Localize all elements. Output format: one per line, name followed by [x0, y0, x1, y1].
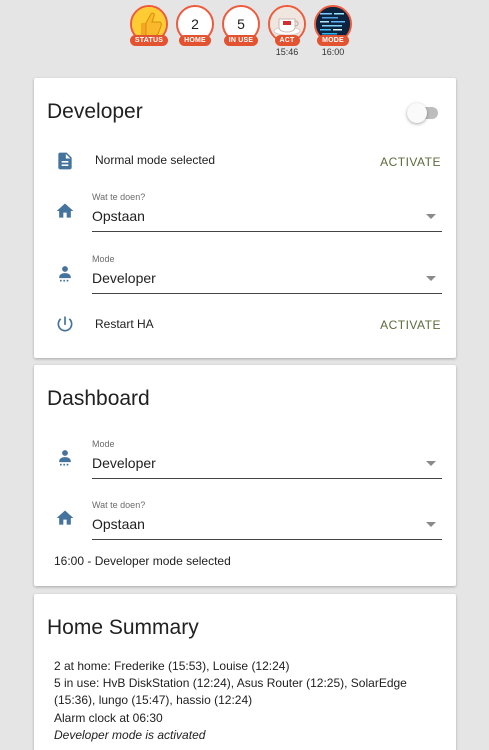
developer-card: Developer Normal mode selected ACTIVATE … — [34, 78, 456, 358]
summary-alarm-line: Alarm clock at 06:30 — [54, 711, 163, 725]
dashboard-mode-select[interactable]: Mode Developer — [92, 439, 442, 479]
restart-ha-text: Restart HA — [95, 317, 154, 331]
dashboard-card: Dashboard Mode Developer Wat te doen? Op… — [34, 365, 456, 586]
power-icon — [54, 313, 76, 335]
badge-act[interactable]: ACT 15:46 — [268, 5, 306, 57]
toggle-thumb — [407, 103, 427, 123]
chevron-down-icon — [426, 522, 436, 527]
todo-select-value: Opstaan — [92, 208, 145, 224]
summary-mode-line: Developer mode is activated — [54, 728, 206, 742]
activate-mode-button[interactable]: ACTIVATE — [380, 155, 441, 169]
badge-mode[interactable]: MODE 16:00 — [314, 5, 352, 57]
badge-time: 16:00 — [321, 47, 345, 57]
mode-select[interactable]: Mode Developer — [92, 254, 442, 294]
badge-label: MODE — [317, 35, 349, 46]
card-title: Developer — [47, 100, 143, 123]
mode-select-value: Developer — [92, 455, 156, 471]
summary-in-use-line: 5 in use: HvB DiskStation (12:24), Asus … — [54, 676, 407, 707]
badge-label: HOME — [179, 35, 211, 46]
mode-select-label: Mode — [92, 254, 115, 264]
dashboard-status-text: 16:00 - Developer mode selected — [54, 554, 231, 568]
todo-select-value: Opstaan — [92, 516, 145, 532]
badge-label: IN USE — [223, 35, 259, 46]
card-title: Home Summary — [47, 616, 199, 639]
activate-restart-button[interactable]: ACTIVATE — [380, 318, 441, 332]
home-icon — [54, 200, 76, 222]
badge-label: STATUS — [129, 35, 169, 46]
summary-home-line: 2 at home: Frederike (15:53), Louise (12… — [54, 659, 290, 673]
todo-select-label: Wat te doen? — [92, 500, 146, 510]
badge-label: ACT — [274, 35, 300, 46]
home-summary-card: Home Summary 2 at home: Frederike (15:53… — [34, 594, 456, 750]
developer-icon — [54, 447, 76, 469]
todo-select[interactable]: Wat te doen? Opstaan — [92, 192, 442, 232]
todo-select-label: Wat te doen? — [92, 192, 146, 202]
mode-status-text: Normal mode selected — [95, 153, 216, 167]
developer-toggle[interactable] — [407, 103, 441, 123]
badge-home[interactable]: 2 HOME — [176, 5, 214, 46]
developer-icon — [54, 263, 76, 285]
card-title: Dashboard — [47, 387, 150, 410]
badge-time: 15:46 — [275, 47, 299, 57]
badge-bar: STATUS 2 HOME 5 IN USE ACT 15:46 MODE 16… — [0, 0, 489, 70]
badge-status[interactable]: STATUS — [129, 5, 169, 46]
chevron-down-icon — [426, 214, 436, 219]
dashboard-todo-select[interactable]: Wat te doen? Opstaan — [92, 500, 442, 540]
badge-in-use[interactable]: 5 IN USE — [222, 5, 260, 46]
chevron-down-icon — [426, 276, 436, 281]
document-icon — [54, 150, 76, 172]
chevron-down-icon — [426, 461, 436, 466]
mode-select-label: Mode — [92, 439, 115, 449]
mode-select-value: Developer — [92, 270, 156, 286]
home-icon — [54, 507, 76, 529]
